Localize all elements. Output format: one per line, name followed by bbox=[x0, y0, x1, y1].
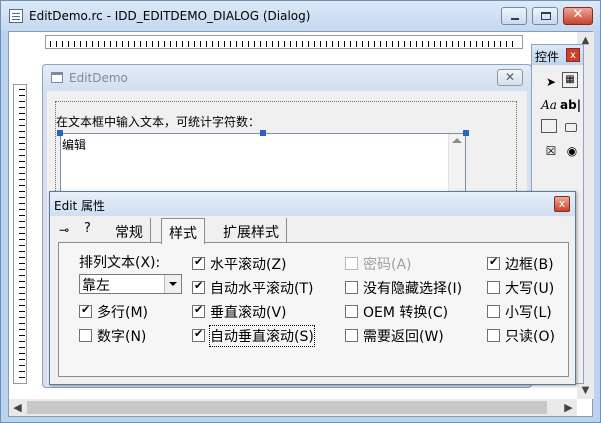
checkbox-label: 小写(L) bbox=[505, 305, 552, 321]
maximize-icon bbox=[541, 12, 551, 20]
horizontal-scrollbar[interactable]: ◀ ▶ bbox=[9, 399, 577, 416]
static-text-icon[interactable]: Aa bbox=[539, 95, 559, 115]
dialog-icon bbox=[51, 72, 63, 83]
help-icon[interactable]: ? bbox=[84, 221, 91, 236]
checkbox-box[interactable] bbox=[345, 329, 358, 342]
checkbox-box[interactable] bbox=[345, 305, 358, 318]
tab-extended-styles[interactable]: 扩展样式 bbox=[216, 218, 287, 242]
checkbox-icon[interactable]: ☒ bbox=[541, 141, 561, 161]
edit-box-icon[interactable]: ab| bbox=[560, 95, 581, 115]
scroll-right-icon[interactable]: ▶ bbox=[560, 399, 577, 416]
minimize-button[interactable] bbox=[501, 7, 527, 25]
edit-control-text: 编辑 bbox=[62, 138, 87, 152]
checkbox-box[interactable] bbox=[79, 303, 92, 318]
scroll-left-icon[interactable]: ◀ bbox=[9, 399, 26, 416]
properties-close-button[interactable]: x bbox=[554, 196, 570, 212]
title-bar: EditDemo.rc - IDD_EDITDEMO_DIALOG (Dialo… bbox=[1, 1, 600, 31]
checkbox-box[interactable] bbox=[487, 281, 500, 294]
chevron-down-icon[interactable] bbox=[164, 275, 181, 293]
checkbox-box[interactable] bbox=[192, 327, 205, 342]
resize-handle[interactable] bbox=[463, 130, 469, 136]
close-icon: ✕ bbox=[572, 7, 584, 22]
vertical-ruler[interactable] bbox=[13, 84, 27, 384]
checkbox-label: OEM 转换(C) bbox=[363, 305, 449, 321]
checkbox-box[interactable] bbox=[79, 329, 92, 342]
design-dialog-close-button: ✕ bbox=[497, 69, 523, 86]
tab-styles[interactable]: 样式 bbox=[161, 218, 205, 244]
checkbox-label: 自动水平滚动(T) bbox=[210, 281, 314, 297]
pin-icon[interactable]: ⊸ bbox=[59, 223, 69, 237]
minimize-icon bbox=[511, 18, 519, 20]
button-icon[interactable] bbox=[565, 123, 577, 132]
checkbox-label: 边框(B) bbox=[505, 257, 554, 273]
toolbox-title-bar: 控件 x bbox=[532, 45, 583, 65]
radio-button-icon[interactable]: ◉ bbox=[562, 141, 582, 161]
checkbox-label: 水平滚动(Z) bbox=[210, 257, 287, 273]
scrollbar-thumb[interactable] bbox=[27, 401, 547, 414]
maximize-button[interactable] bbox=[532, 7, 558, 25]
align-text-label: 排列文本(X): bbox=[79, 255, 161, 271]
resize-handle[interactable] bbox=[57, 130, 63, 136]
main-window: EditDemo.rc - IDD_EDITDEMO_DIALOG (Dialo… bbox=[0, 0, 601, 423]
checkbox-box[interactable] bbox=[192, 303, 205, 318]
checkbox-label: 垂直滚动(V) bbox=[210, 305, 287, 321]
design-dialog-title-bar: EditDemo ✕ bbox=[43, 65, 531, 91]
checkbox-box[interactable] bbox=[192, 255, 205, 270]
checkbox-label: 密码(A) bbox=[363, 257, 412, 273]
checkbox-box[interactable] bbox=[487, 305, 500, 318]
checkbox-label: 需要返回(W) bbox=[363, 329, 444, 345]
static-label[interactable]: 在文本框中输入文本，可统计字符数： bbox=[56, 113, 260, 130]
design-dialog-title: EditDemo bbox=[69, 71, 128, 85]
checkbox-label: 数字(N) bbox=[97, 329, 147, 345]
align-text-select[interactable]: 靠左 bbox=[79, 274, 182, 294]
group-box-icon[interactable] bbox=[541, 119, 557, 133]
align-text-value: 靠左 bbox=[82, 278, 110, 294]
resize-handle[interactable] bbox=[260, 130, 266, 136]
picture-icon[interactable]: ▦ bbox=[562, 72, 578, 88]
toolbox-close-button[interactable]: x bbox=[566, 48, 580, 62]
checkbox-box[interactable] bbox=[345, 281, 358, 294]
scroll-down-icon[interactable]: ▼ bbox=[577, 382, 594, 399]
properties-title-bar: Edit 属性 x bbox=[50, 192, 575, 216]
app-icon bbox=[9, 9, 23, 23]
checkbox-box[interactable] bbox=[345, 257, 358, 270]
checkbox-label: 多行(M) bbox=[97, 305, 149, 321]
checkbox-box[interactable] bbox=[192, 279, 205, 294]
pointer-icon[interactable]: ➤ bbox=[541, 72, 561, 92]
close-button[interactable]: ✕ bbox=[563, 7, 593, 25]
scroll-up-icon bbox=[452, 138, 462, 143]
horizontal-ruler[interactable] bbox=[45, 35, 523, 49]
tab-general[interactable]: 常规 bbox=[108, 218, 151, 242]
properties-window: Edit 属性 x ⊸ ? 常规 样式 扩展样式 排列文本(X): 靠左 多行(… bbox=[49, 191, 576, 385]
window-title: EditDemo.rc - IDD_EDITDEMO_DIALOG (Dialo… bbox=[29, 9, 311, 23]
checkbox-label: 没有隐藏选择(I) bbox=[363, 281, 463, 297]
checkbox-box[interactable] bbox=[487, 255, 500, 270]
properties-title: Edit 属性 bbox=[54, 199, 106, 213]
styles-panel: 排列文本(X): 靠左 多行(M) 数字(N) 水平滚动(Z) 自动水平滚动(T… bbox=[58, 242, 569, 377]
checkbox-label: 大写(U) bbox=[505, 281, 555, 297]
checkbox-label: 只读(O) bbox=[505, 329, 555, 345]
checkbox-label: 自动垂直滚动(S) bbox=[209, 325, 315, 347]
toolbox-title: 控件 bbox=[535, 50, 560, 64]
checkbox-box[interactable] bbox=[487, 329, 500, 342]
